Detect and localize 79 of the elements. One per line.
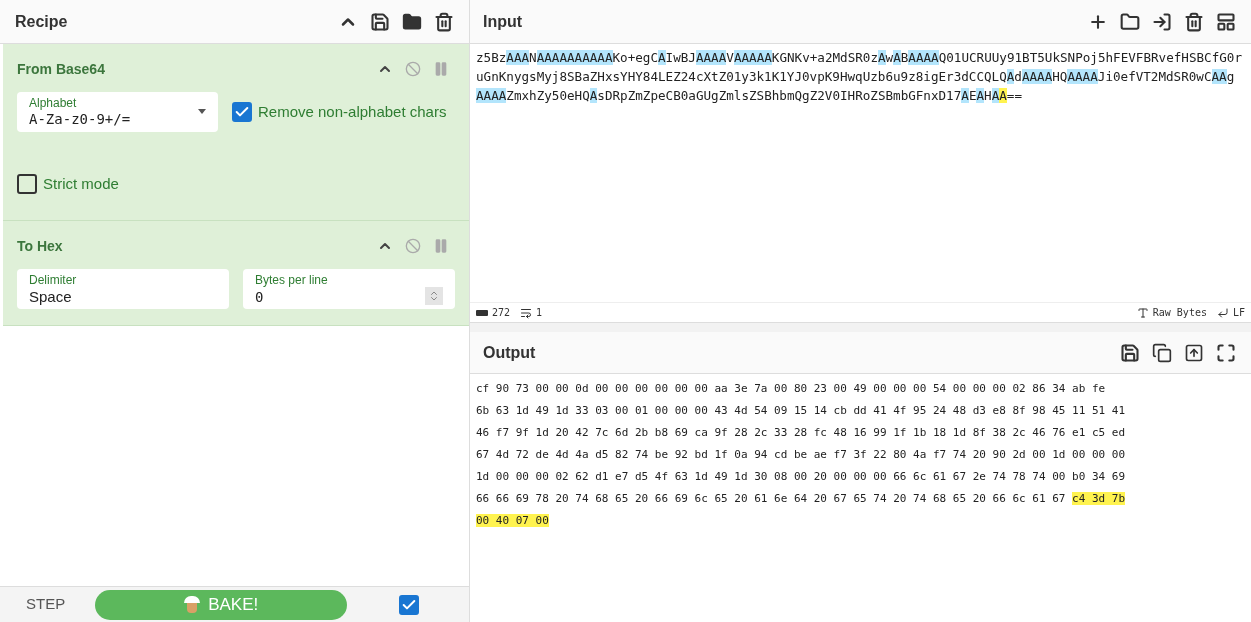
code-text: 6b 63 1d 49 1d 33 03 00 01 00 00 00 43 4d 54 09 15 14 cb dd 41 4f 95 24 48 d3 e8 8f 98 45 11 51 41 <box>476 404 1125 417</box>
folder-icon[interactable] <box>402 11 422 32</box>
selected-text: c4 3d 7b <box>1072 492 1125 505</box>
save-icon[interactable] <box>370 11 390 32</box>
eol-label[interactable]: LF <box>1232 305 1245 320</box>
checkbox-label[interactable]: Remove non-alphabet chars <box>258 100 447 124</box>
highlighted-text: AAAA <box>476 88 507 103</box>
code-text: 67 4d 72 de 4d 4a d5 82 74 be 92 bd 1f 0a 94 cd be ae f7 3f 22 80 4a f7 74 20 90 2d 00 1d 00 00 00 <box>476 448 1125 461</box>
dropdown-caret-icon <box>198 109 206 114</box>
code-text: H <box>984 88 992 103</box>
selected-text: 00 40 07 00 <box>476 514 549 527</box>
operation-title: From Base64 <box>17 59 105 79</box>
maximize-icon[interactable] <box>1216 342 1236 363</box>
highlighted-text: AAAAAAAAAA <box>536 50 613 65</box>
panel-title: Input <box>483 11 523 32</box>
code-text: E <box>968 88 977 103</box>
highlighted-text: A <box>961 88 969 103</box>
upload-icon[interactable] <box>1184 342 1204 363</box>
text-field[interactable]: Bytes per line 0 <box>243 269 455 309</box>
eol-icon <box>1216 306 1229 319</box>
code-text: d <box>1014 69 1022 84</box>
trash-icon[interactable] <box>434 11 454 32</box>
panel-title: Output <box>483 342 536 363</box>
code-text: KGNKv+a2MdSR0z <box>771 50 878 65</box>
code-text: 1d 00 00 00 02 62 d1 e7 d5 4f 63 1d 49 1d 30 08 00 20 00 00 00 66 6c 61 67 2e 74 78 74 00 b0 34 69 <box>476 470 1125 483</box>
code-text: 46 f7 9f 1d 20 42 7c 6d 2b b8 69 ca 9f 28 2c 33 28 fc 48 16 99 1f 1b 18 1d 8f 38 2c 46 76 e1 c5 ed <box>476 426 1125 439</box>
highlighted-text: A <box>976 88 985 103</box>
code-text: Q01UCRUUy91BT5UkSNPoj5hFEVFBRvefHSBCfG0r <box>938 50 1242 65</box>
code-text: Ji0efVT2MdSR0wC <box>1097 69 1212 84</box>
code-text: B <box>900 50 909 65</box>
checkbox-label[interactable]: Strict mode <box>43 172 119 196</box>
code-text: z5Bz <box>476 50 507 65</box>
code-text: V <box>726 50 734 65</box>
code-text: sDRpZmZpeCB0aGUgZmlsZSBhbmQgZ2V0IHRoZSBmbGFnxD17 <box>597 88 962 103</box>
layout-icon[interactable] <box>1216 11 1236 32</box>
code-text: HQ <box>1052 69 1068 84</box>
highlighted-text: AAAA <box>695 50 727 65</box>
code-text: cf 90 73 00 00 0d 00 00 00 00 00 00 aa 3e 7a 00 80 23 00 49 00 00 00 54 00 00 00 02 86 34 ab fe <box>476 382 1106 395</box>
highlighted-text: A <box>658 50 666 65</box>
text-icon <box>1136 306 1149 319</box>
highlighted-text: AAAA <box>1067 69 1098 84</box>
length-icon <box>476 309 488 316</box>
import-icon[interactable] <box>1152 11 1172 32</box>
length-count: 272 <box>492 306 511 320</box>
highlighted-text: A <box>893 50 901 65</box>
highlighted-text: A <box>589 88 598 103</box>
selected-text: A <box>999 88 1007 103</box>
code-text: N <box>529 50 537 65</box>
code-text: 66 66 69 78 20 74 68 65 20 66 69 6c 65 20 61 6e 64 20 67 65 74 20 74 68 65 20 66 6c 61 67 <box>476 492 1067 505</box>
copy-icon[interactable] <box>1152 342 1172 363</box>
code-text: ZmxhZy50eHQ <box>506 88 590 103</box>
code-text: uGnKnygsMyj8SBaZHxsYHY84LEZ24cXtZ01y3k1K1YJ0vpK9HwqUzb6u9z8igEr3dCCQLQ <box>476 69 1007 84</box>
trash-icon[interactable] <box>1184 11 1204 32</box>
operation-title: To Hex <box>17 236 63 256</box>
spinner-icon[interactable] <box>425 287 443 305</box>
highlighted-text: AAA <box>506 50 530 65</box>
code-text: IwBJ <box>665 50 696 65</box>
checkbox[interactable] <box>232 102 252 122</box>
line-count: 1 <box>536 306 543 320</box>
highlighted-text: A <box>1006 69 1015 84</box>
highlighted-text: AA <box>1211 69 1227 84</box>
step-button[interactable]: STEP <box>26 593 66 616</box>
checkbox[interactable] <box>399 594 420 615</box>
text-field[interactable]: Delimiter Space <box>17 269 229 309</box>
folder-icon[interactable] <box>1120 11 1140 32</box>
code-text: Ko+egC <box>612 50 658 65</box>
encoding-label[interactable]: Raw Bytes <box>1152 305 1207 320</box>
lines-icon <box>520 306 533 319</box>
alphabet-select[interactable]: Alphabet A-Za-z0-9+/= <box>17 92 218 132</box>
highlighted-text: AAAAA <box>733 50 772 65</box>
code-text: == <box>1006 88 1023 103</box>
checkbox[interactable] <box>17 174 37 194</box>
code-text: w <box>885 50 894 65</box>
code-text: g <box>1226 69 1235 84</box>
highlighted-text: A <box>877 50 886 65</box>
highlighted-text: AAAA <box>1021 69 1053 84</box>
save-icon[interactable] <box>1120 342 1140 363</box>
highlighted-text: AAAA <box>908 50 939 65</box>
panel-title: Recipe <box>15 11 68 32</box>
